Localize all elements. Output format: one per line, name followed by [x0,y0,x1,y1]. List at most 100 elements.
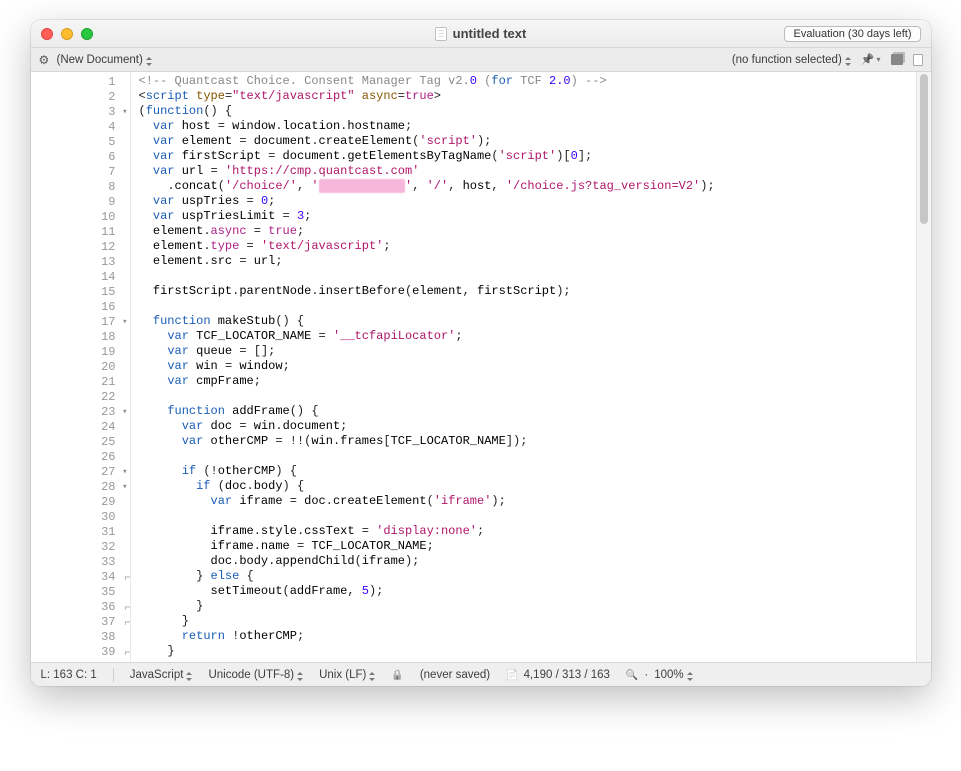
code-line[interactable]: element.async = true; [139,224,916,239]
code-line[interactable]: var element = document.createElement('sc… [139,134,916,149]
code-line[interactable]: iframe.name = TCF_LOCATOR_NAME; [139,539,916,554]
code-line[interactable]: var otherCMP = !!(win.frames[TCF_LOCATOR… [139,434,916,449]
line-number[interactable]: 33 [31,554,130,569]
fold-close-icon[interactable]: └ [120,619,130,624]
code-line[interactable]: var cmpFrame; [139,374,916,389]
code-line[interactable]: function addFrame() { [139,404,916,419]
line-number[interactable]: 4 [31,119,130,134]
line-number-gutter[interactable]: 123▾4567891011121314151617▾181920212223▾… [31,72,131,662]
code-line[interactable]: setTimeout(addFrame, 5); [139,584,916,599]
line-number[interactable]: 12 [31,239,130,254]
code-line[interactable]: var uspTriesLimit = 3; [139,209,916,224]
line-number[interactable]: 14 [31,269,130,284]
line-number[interactable]: 21 [31,374,130,389]
line-number[interactable]: 6 [31,149,130,164]
line-number[interactable]: 15 [31,284,130,299]
code-line[interactable]: } else { [139,569,916,584]
encoding-dropdown[interactable]: Unicode (UTF-8) [208,669,303,681]
zoom-dropdown[interactable]: · 100% [626,669,693,681]
line-number[interactable]: 19 [31,344,130,359]
code-line[interactable] [139,449,916,464]
line-number[interactable]: 2 [31,89,130,104]
fold-close-icon[interactable]: └ [120,604,130,609]
code-line[interactable]: var uspTries = 0; [139,194,916,209]
line-number[interactable]: 18 [31,329,130,344]
code-line[interactable]: var iframe = doc.createElement('iframe')… [139,494,916,509]
line-number[interactable]: 11 [31,224,130,239]
line-number[interactable]: 30 [31,509,130,524]
code-line[interactable]: <script type="text/javascript" async=tru… [139,89,916,104]
line-number[interactable]: 3▾ [31,104,130,119]
titlebar[interactable]: untitled text Evaluation (30 days left) [31,20,931,48]
fold-close-icon[interactable]: └ [120,574,130,579]
fold-close-icon[interactable]: └ [120,649,130,654]
fold-open-icon[interactable]: ▾ [122,317,127,327]
line-number[interactable]: 31 [31,524,130,539]
line-number[interactable]: 32 [31,539,130,554]
language-dropdown[interactable]: JavaScript [130,669,193,681]
code-line[interactable]: var host = window.location.hostname; [139,119,916,134]
line-number[interactable]: 17▾ [31,314,130,329]
code-line[interactable]: <!-- Quantcast Choice. Consent Manager T… [139,74,916,89]
line-number[interactable]: 9 [31,194,130,209]
code-line[interactable]: var win = window; [139,359,916,374]
line-number[interactable]: 29 [31,494,130,509]
code-line[interactable]: .concat('/choice/', 'XXXXXXXXXXXX', '/',… [139,179,916,194]
evaluation-badge[interactable]: Evaluation (30 days left) [784,26,920,42]
line-number[interactable]: 37└ [31,614,130,629]
code-line[interactable]: var firstScript = document.getElementsBy… [139,149,916,164]
line-endings-dropdown[interactable]: Unix (LF) [319,669,375,681]
line-number[interactable]: 36└ [31,599,130,614]
code-line[interactable]: if (doc.body) { [139,479,916,494]
line-number[interactable]: 13 [31,254,130,269]
code-line[interactable]: var queue = []; [139,344,916,359]
line-number[interactable]: 23▾ [31,404,130,419]
split-view-icon[interactable] [891,54,903,65]
close-button[interactable] [41,28,53,40]
vertical-scrollbar[interactable] [916,72,931,662]
line-number[interactable]: 25 [31,434,130,449]
zoom-button[interactable] [81,28,93,40]
code-line[interactable] [139,269,916,284]
line-number[interactable]: 22 [31,389,130,404]
line-number[interactable]: 16 [31,299,130,314]
fold-open-icon[interactable]: ▾ [122,107,127,117]
code-line[interactable]: function makeStub() { [139,314,916,329]
document-dropdown[interactable]: (New Document) [57,54,152,66]
minimize-button[interactable] [61,28,73,40]
code-line[interactable]: iframe.style.cssText = 'display:none'; [139,524,916,539]
code-line[interactable]: } [139,599,916,614]
pin-menu[interactable]: ▾ [861,53,881,66]
line-number[interactable]: 5 [31,134,130,149]
line-number[interactable]: 8 [31,179,130,194]
line-number[interactable]: 28▾ [31,479,130,494]
code-line[interactable]: return !otherCMP; [139,629,916,644]
line-number[interactable]: 39└ [31,644,130,659]
line-number[interactable]: 27▾ [31,464,130,479]
fold-open-icon[interactable]: ▾ [122,467,127,477]
code-line[interactable]: var url = 'https://cmp.quantcast.com' [139,164,916,179]
function-dropdown[interactable]: (no function selected) [732,54,851,66]
line-number[interactable]: 26 [31,449,130,464]
code-line[interactable] [139,299,916,314]
code-line[interactable]: firstScript.parentNode.insertBefore(elem… [139,284,916,299]
code-line[interactable]: var doc = win.document; [139,419,916,434]
lock-icon[interactable] [391,669,403,681]
line-number[interactable]: 34└ [31,569,130,584]
line-number[interactable]: 38 [31,629,130,644]
new-document-icon[interactable] [913,54,923,66]
code-line[interactable] [139,509,916,524]
code-line[interactable]: (function() { [139,104,916,119]
code-line[interactable]: if (!otherCMP) { [139,464,916,479]
line-number[interactable]: 20 [31,359,130,374]
line-number[interactable]: 35 [31,584,130,599]
line-number[interactable]: 1 [31,74,130,89]
fold-open-icon[interactable]: ▾ [122,482,127,492]
code-line[interactable]: doc.body.appendChild(iframe); [139,554,916,569]
fold-open-icon[interactable]: ▾ [122,407,127,417]
line-number[interactable]: 24 [31,419,130,434]
line-number[interactable]: 10 [31,209,130,224]
code-line[interactable]: element.src = url; [139,254,916,269]
code-line[interactable]: } [139,644,916,659]
scrollbar-thumb[interactable] [920,74,928,224]
